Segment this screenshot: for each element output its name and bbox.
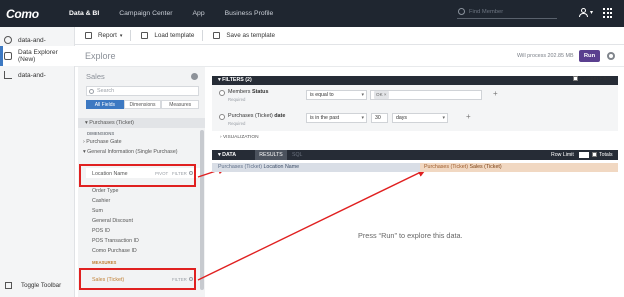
empty-state-message: Press “Run” to explore this data. [358,231,463,240]
chevron-down-icon: ▾ [361,115,364,121]
checkbox-icon [573,76,578,81]
filter-field-name: date [274,113,286,119]
operator-value: is equal to [310,92,334,98]
filter-field-view: Purchases (Ticket) [228,113,273,119]
row-limit-label: Row Limit [551,152,574,158]
filter-number-input[interactable]: 30 [371,113,388,123]
totals-toggle[interactable]: Totals [592,150,613,160]
checkbox-icon [592,152,597,157]
operator-select[interactable]: is equal to ▾ [306,90,367,100]
column-field-name: Sales (Ticket) [469,164,502,170]
measure-column-header[interactable]: Purchases (Ticket) Sales (Ticket) [420,163,618,172]
column-field-name: Location Name [263,164,300,170]
annotation-arrows [197,166,427,281]
tab-sql[interactable]: SQL [292,150,302,160]
data-header: ▾ DATA RESULTS SQL Row Limit Totals [212,150,618,160]
operator-select[interactable]: is in the past ▾ [306,113,367,123]
filter-required: Required [228,121,246,126]
unit-value: days [396,115,407,121]
column-view-name: Purchases (Ticket) [424,164,468,170]
chevron-down-icon: ▾ [442,115,445,121]
filter-required: Required [228,97,246,102]
unit-select[interactable]: days ▾ [392,113,448,123]
data-label[interactable]: ▾ DATA [218,150,236,160]
filter-value-input[interactable]: OK × [370,90,482,100]
operator-value: is in the past [310,115,340,121]
column-view-name: Purchases (Ticket) [218,164,262,170]
chevron-down-icon: ▾ [361,92,364,98]
add-filter-icon[interactable]: + [493,89,498,98]
filter-field-name: Status [251,89,269,95]
totals-label: Totals [599,152,613,158]
add-filter-icon[interactable]: + [466,112,471,121]
annotation-arrow-measure [197,169,427,281]
visualization-header[interactable]: › VISUALIZATION [220,135,259,140]
filter-icon [219,114,225,120]
row-limit-input[interactable] [579,152,589,158]
data-label-text: DATA [222,152,237,158]
filter-row-label: Members Status [228,89,268,95]
custom-filter-toggle[interactable]: Custom Filter [573,76,611,82]
filters-header-label: FILTERS (2) [222,77,252,83]
app-root: Como Data & BI Campaign Center App Busin… [0,0,624,297]
value-tag[interactable]: OK × [374,91,389,99]
tab-results[interactable]: RESULTS [255,150,287,160]
filters-header[interactable]: ▾ FILTERS (2) [212,76,618,85]
filter-field-view: Members [228,89,251,95]
filter-icon [219,90,225,96]
filter-row-label: Purchases (Ticket) date [228,113,285,119]
value-tag-label: OK [376,92,383,97]
dimension-column-header[interactable]: Purchases (Ticket) Location Name [212,163,420,172]
custom-filter-label: Custom Filter [580,76,611,82]
visualization-label: VISUALIZATION [222,135,259,140]
